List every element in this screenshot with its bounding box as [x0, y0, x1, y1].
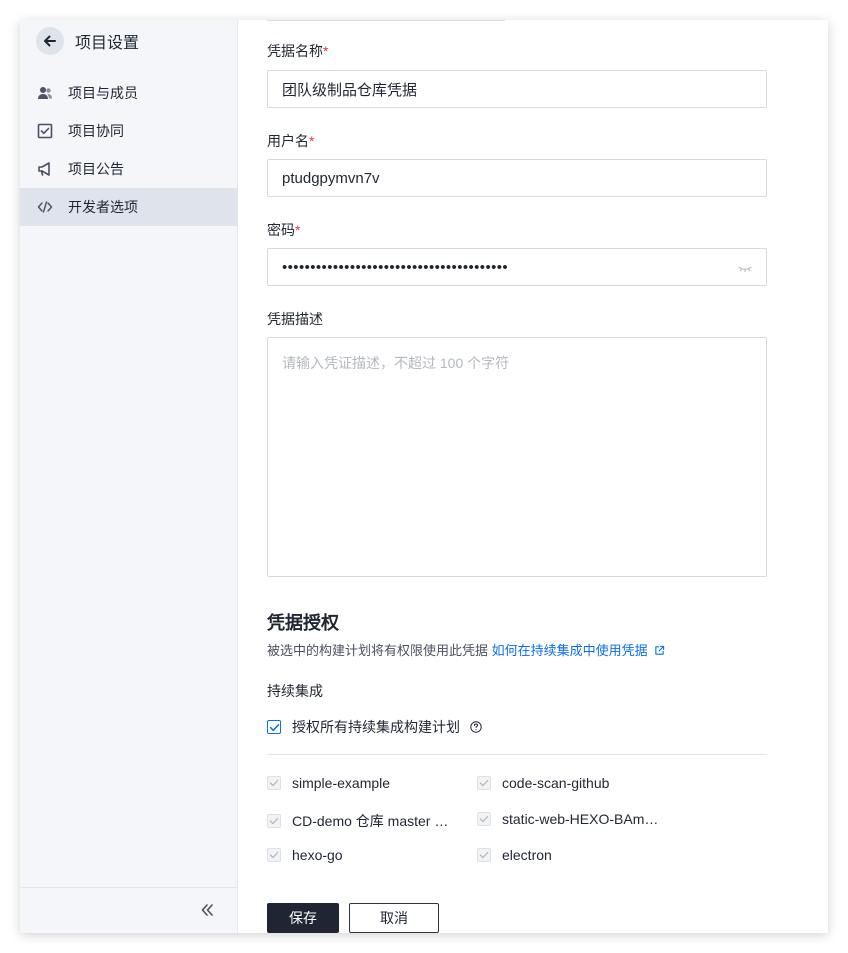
password-input[interactable]: •••••••••••••••••••••••••••••••••••••••• — [267, 248, 767, 286]
plan-item[interactable]: static-web-HEXO-BAm… — [477, 811, 658, 827]
divider — [267, 754, 767, 755]
ci-title: 持续集成 — [267, 683, 323, 699]
plan-checkbox[interactable] — [477, 848, 491, 862]
plan-label: simple-example — [292, 775, 391, 791]
back-button[interactable] — [36, 27, 64, 55]
plan-item[interactable]: hexo-go — [267, 847, 343, 863]
description-textarea[interactable]: 请输入凭证描述，不超过 100 个字符 — [267, 337, 767, 577]
sidebar-item-label: 项目公告 — [68, 161, 124, 177]
code-icon — [37, 199, 53, 215]
main-content: 凭据名称* 团队级制品仓库凭据 用户名* ptudgpymvn7v 密码* ••… — [238, 20, 828, 933]
cancel-button[interactable]: 取消 — [349, 903, 439, 933]
auth-section-desc: 被选中的构建计划将有权限使用此凭据 如何在持续集成中使用凭据 — [267, 640, 665, 659]
password-label: 密码* — [267, 222, 301, 238]
sidebar-item-announcement[interactable]: 项目公告 — [20, 150, 237, 188]
scrolled-field-edge — [267, 20, 505, 21]
plan-item[interactable]: code-scan-github — [477, 775, 609, 791]
sidebar-item-label: 开发者选项 — [68, 199, 138, 215]
question-circle-icon[interactable] — [470, 721, 482, 733]
credential-name-input[interactable]: 团队级制品仓库凭据 — [267, 70, 767, 108]
auth-section-title: 凭据授权 — [267, 613, 339, 633]
members-icon — [37, 85, 53, 101]
save-button[interactable]: 保存 — [267, 903, 339, 933]
sidebar-title: 项目设置 — [75, 35, 140, 52]
plan-label: code-scan-github — [502, 775, 610, 791]
authorize-all-label: 授权所有持续集成构建计划 — [292, 719, 460, 735]
settings-window: 项目设置 项目与成员 项目协同 项目公告 开发者选项 凭据名称* 团队级制品仓库… — [20, 20, 828, 933]
authorize-all-checkbox-row[interactable]: 授权所有持续集成构建计划 — [267, 717, 482, 737]
password-value: •••••••••••••••••••••••••••••••••••••••• — [282, 258, 509, 276]
sidebar-header: 项目设置 — [36, 26, 139, 56]
check-icon — [479, 815, 489, 823]
plan-item[interactable]: electron — [477, 847, 552, 863]
username-value: ptudgpymvn7v — [282, 169, 380, 187]
sidebar-item-collab[interactable]: 项目协同 — [20, 112, 237, 150]
plan-checkbox[interactable] — [267, 814, 281, 828]
sidebar-item-members[interactable]: 项目与成员 — [20, 74, 237, 112]
eye-closed-icon[interactable] — [738, 261, 752, 279]
announcement-icon — [37, 161, 53, 177]
plan-checkbox[interactable] — [477, 776, 491, 790]
plan-item[interactable]: simple-example — [267, 775, 390, 791]
help-link[interactable]: 如何在持续集成中使用凭据 — [492, 643, 666, 658]
sidebar-nav: 项目与成员 项目协同 项目公告 开发者选项 — [20, 74, 237, 226]
sidebar-item-label: 项目与成员 — [68, 85, 138, 101]
double-chevron-left-icon — [201, 904, 213, 916]
authorize-all-checkbox[interactable] — [267, 720, 281, 734]
plan-label: static-web-HEXO-BAm… — [502, 811, 659, 827]
username-input[interactable]: ptudgpymvn7v — [267, 159, 767, 197]
description-placeholder: 请输入凭证描述，不超过 100 个字符 — [282, 355, 510, 371]
sidebar-item-developer[interactable]: 开发者选项 — [20, 188, 237, 226]
arrow-left-icon — [44, 35, 56, 47]
plan-checkbox[interactable] — [267, 776, 281, 790]
check-icon — [479, 851, 489, 859]
plan-checkbox[interactable] — [267, 848, 281, 862]
username-label: 用户名* — [267, 133, 315, 149]
collapse-sidebar-button[interactable] — [197, 900, 217, 920]
check-icon — [269, 779, 279, 787]
plan-label: electron — [502, 847, 552, 863]
check-icon — [269, 723, 279, 731]
plan-checkbox[interactable] — [477, 812, 491, 826]
sidebar-footer — [20, 887, 237, 933]
check-icon — [269, 817, 279, 825]
external-link-icon — [655, 645, 665, 655]
sidebar-item-label: 项目协同 — [68, 123, 124, 139]
plan-label: hexo-go — [292, 847, 343, 863]
plan-item[interactable]: CD-demo 仓库 master … — [267, 811, 448, 831]
credential-name-label: 凭据名称* — [267, 43, 329, 59]
plan-label: CD-demo 仓库 master … — [292, 813, 449, 829]
check-icon — [269, 851, 279, 859]
sidebar: 项目设置 项目与成员 项目协同 项目公告 开发者选项 — [20, 20, 238, 933]
collab-icon — [37, 123, 53, 139]
description-label: 凭据描述 — [267, 311, 323, 327]
check-icon — [479, 779, 489, 787]
credential-name-value: 团队级制品仓库凭据 — [282, 81, 418, 99]
